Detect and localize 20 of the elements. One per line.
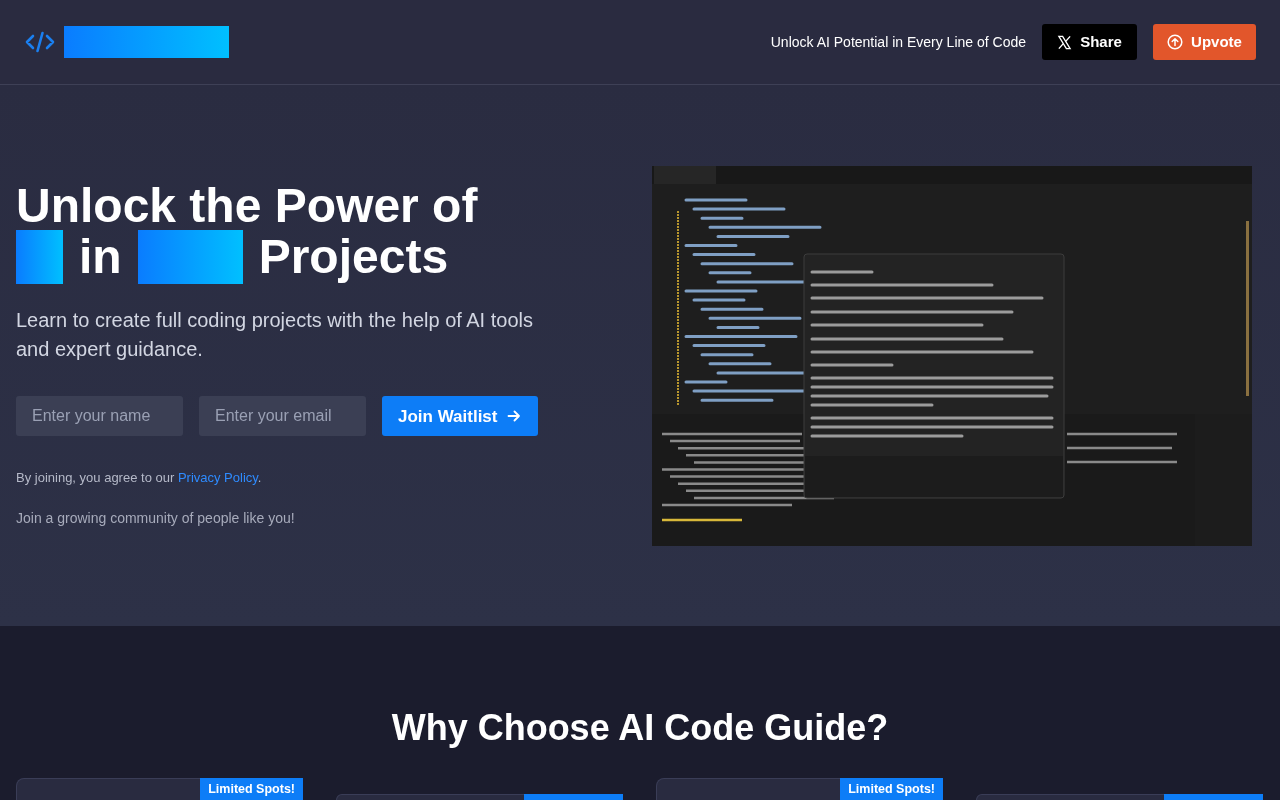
arrow-up-circle-icon [1167, 34, 1184, 50]
join-waitlist-button[interactable]: Join Waitlist [382, 396, 538, 437]
section-title: Why Choose AI Code Guide? [390, 706, 890, 749]
code-icon [24, 30, 56, 54]
consent-text: By joining, you agree to our Privacy Policy. [16, 469, 263, 488]
share-button[interactable]: Share [1042, 24, 1137, 60]
hero-title: in [79, 233, 122, 282]
upvote-button[interactable]: Upvote [1153, 24, 1256, 60]
community-text: Join a growing community of people like you! [16, 508, 296, 528]
name-field[interactable]: Enter your name [16, 396, 183, 437]
hero-subtitle: Learn to create full coding projects with the help of AI tools and expert guidance. [16, 308, 534, 363]
limited-spots-badge: Limited Spots! [840, 778, 943, 800]
hero-title: Projects [258, 233, 449, 282]
tagline: Unlock AI Potential in Every Line of Code [770, 32, 1026, 52]
privacy-policy-link[interactable]: Privacy Policy [177, 470, 258, 486]
limited-spots-badge: Limited Spots! [200, 778, 303, 800]
gradient-block [16, 230, 63, 285]
email-field[interactable]: Enter your email [199, 396, 366, 437]
hero-title: Unlock the Power of [16, 182, 479, 231]
x-logo-icon [1057, 34, 1073, 50]
